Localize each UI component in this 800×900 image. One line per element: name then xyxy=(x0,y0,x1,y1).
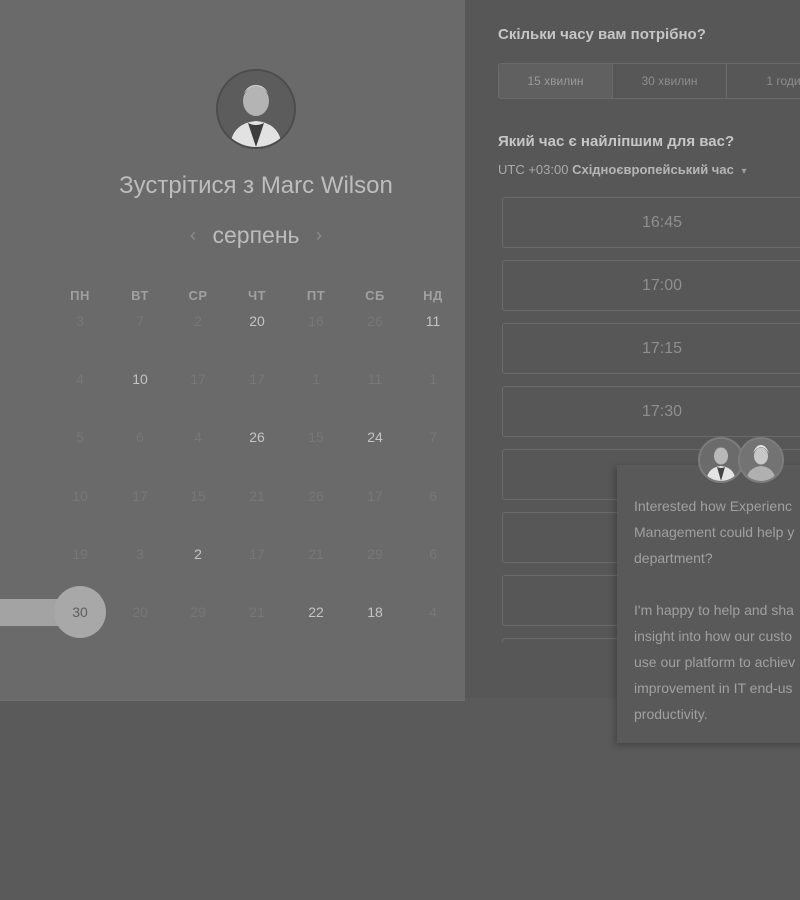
available-day[interactable]: 11 xyxy=(413,309,453,333)
weekday-label: ЧТ xyxy=(247,288,267,303)
weekday-label: СБ xyxy=(365,288,385,303)
available-day[interactable]: 10 xyxy=(120,367,160,391)
unavailable-day: 26 xyxy=(367,313,383,329)
time-slot-button[interactable]: 17:15 xyxy=(502,323,800,374)
person-avatar-icon xyxy=(700,439,742,481)
chat-line: use our platform to achiev xyxy=(634,654,796,670)
person-avatar-icon xyxy=(218,71,294,147)
unavailable-day: 10 xyxy=(72,488,88,504)
time-slot-button[interactable]: 16:45 xyxy=(502,197,800,248)
unavailable-day: 6 xyxy=(136,429,144,445)
unavailable-day: 17 xyxy=(190,371,206,387)
unavailable-day: 5 xyxy=(76,429,84,445)
unavailable-day: 21 xyxy=(249,604,265,620)
unavailable-day: 17 xyxy=(249,371,265,387)
unavailable-day: 3 xyxy=(136,546,144,562)
unavailable-day: 26 xyxy=(308,488,324,504)
host-avatar xyxy=(216,69,296,149)
duration-tabs: 15 хвилин 30 хвилин 1 годи xyxy=(498,63,800,99)
weekday-label: СР xyxy=(188,288,208,303)
unavailable-day: 29 xyxy=(190,604,206,620)
unavailable-day: 16 xyxy=(308,313,324,329)
available-day[interactable]: 24 xyxy=(355,425,395,449)
chat-line: I'm happy to help and sha xyxy=(634,602,794,618)
unavailable-day: 20 xyxy=(132,604,148,620)
chat-line: department? xyxy=(634,550,713,566)
unavailable-day: 17 xyxy=(367,488,383,504)
time-slot-button[interactable]: 17:00 xyxy=(502,260,800,311)
timezone-offset: UTC +03:00 xyxy=(498,162,569,177)
unavailable-day: 4 xyxy=(194,429,202,445)
month-label: серпень xyxy=(212,222,300,248)
unavailable-day: 21 xyxy=(308,546,324,562)
chat-line: insight into how our custo xyxy=(634,628,792,644)
person-avatar-icon xyxy=(740,439,782,481)
unavailable-day: 7 xyxy=(136,313,144,329)
month-navigation: ‹ серпень › xyxy=(0,222,512,249)
chevron-left-icon[interactable]: ‹ xyxy=(190,225,196,245)
unavailable-day: 4 xyxy=(429,604,437,620)
weekday-label: НД xyxy=(423,288,443,303)
time-slot-button[interactable]: 17:30 xyxy=(502,386,800,437)
chat-line: improvement in IT end-us xyxy=(634,680,793,696)
available-day[interactable]: 20 xyxy=(237,309,277,333)
selected-day[interactable]: 30 xyxy=(54,586,106,638)
unavailable-day: 7 xyxy=(429,429,437,445)
caret-down-icon: ▾ xyxy=(741,166,747,177)
unavailable-day: 6 xyxy=(429,546,437,562)
available-day[interactable]: 18 xyxy=(355,600,395,624)
chevron-right-icon[interactable]: › xyxy=(316,225,322,245)
chat-message: Interested how Experienc Management coul… xyxy=(634,493,800,753)
duration-tab-15[interactable]: 15 хвилин xyxy=(499,64,613,98)
unavailable-day: 17 xyxy=(132,488,148,504)
available-day[interactable]: 22 xyxy=(296,600,336,624)
unavailable-day: 4 xyxy=(76,371,84,387)
timezone-selector[interactable]: UTC +03:00 Східноєвропейський час ▾ xyxy=(498,162,746,177)
weekday-label: ПН xyxy=(70,288,90,303)
chat-paragraph-2: I'm happy to help and sha insight into h… xyxy=(634,597,800,727)
duration-tab-30[interactable]: 30 хвилин xyxy=(613,64,727,98)
unavailable-day: 21 xyxy=(249,488,265,504)
meeting-title-prefix: Зустрітися з xyxy=(119,172,255,199)
unavailable-day: 1 xyxy=(429,371,437,387)
unavailable-day: 6 xyxy=(429,488,437,504)
available-day[interactable]: 2 xyxy=(178,542,218,566)
unavailable-day: 2 xyxy=(194,313,202,329)
chat-line: Management could help y xyxy=(634,524,795,540)
meeting-title: Зустрітися з Marc Wilson xyxy=(0,172,512,200)
weekday-label: ВТ xyxy=(131,288,149,303)
unavailable-day: 17 xyxy=(249,546,265,562)
duration-tab-60[interactable]: 1 годи xyxy=(727,64,800,98)
unavailable-day: 11 xyxy=(367,371,383,387)
time-question: Який час є найліпшим для вас? xyxy=(498,133,735,150)
weekday-label: ПТ xyxy=(306,288,326,303)
available-day[interactable]: 26 xyxy=(237,425,277,449)
timezone-name: Східноєвропейський час xyxy=(572,162,734,177)
host-name: Marc Wilson xyxy=(260,172,393,199)
chat-agent-avatar-2 xyxy=(738,437,784,483)
unavailable-day: 15 xyxy=(308,429,324,445)
unavailable-day: 3 xyxy=(76,313,84,329)
unavailable-day: 29 xyxy=(367,546,383,562)
unavailable-day: 19 xyxy=(72,546,88,562)
chat-line: Interested how Experienc xyxy=(634,498,792,514)
chat-line: productivity. xyxy=(634,706,708,722)
unavailable-day: 1 xyxy=(312,371,320,387)
unavailable-day: 15 xyxy=(190,488,206,504)
duration-question: Скільки часу вам потрібно? xyxy=(498,26,706,43)
chat-paragraph-1: Interested how Experienc Management coul… xyxy=(634,493,800,571)
